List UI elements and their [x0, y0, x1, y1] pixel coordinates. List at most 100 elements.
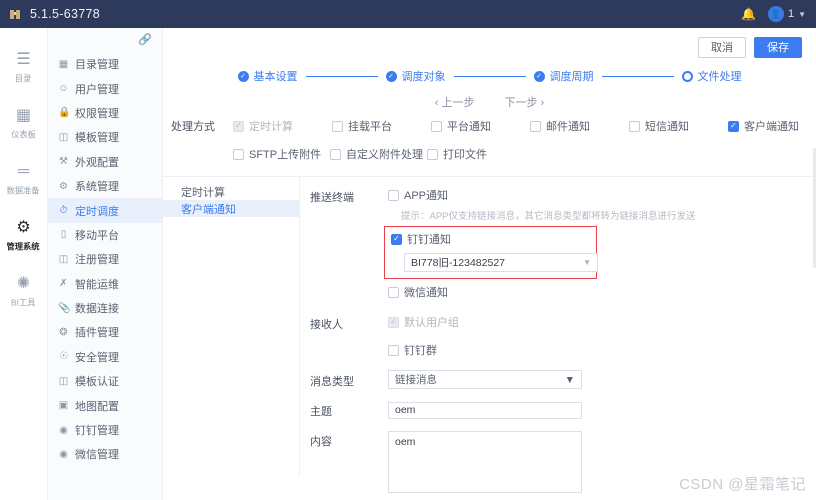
sidebar-item-map-config[interactable]: ▣ 地图配置 — [48, 393, 162, 417]
field-push-terminal: 推送终端 APP通知 提示：APP仅支持链接消息，其它消息类型都将转为链接消息进… — [310, 187, 816, 300]
dashboard-icon: ▦ — [15, 106, 32, 124]
wizard-step-file-process[interactable]: 文件处理 — [681, 68, 742, 84]
checkbox-ding-group[interactable]: 钉钉群 — [388, 342, 816, 358]
checkbox-box[interactable] — [530, 120, 541, 132]
checkbox-print-file[interactable]: 打印文件 — [427, 146, 524, 162]
wizard-step-label: 文件处理 — [697, 71, 742, 83]
message-type-select[interactable]: 链接消息 ▼ — [388, 370, 582, 389]
checkbox-wechat-notify[interactable]: 微信通知 — [388, 284, 816, 300]
wizard-step-cycle[interactable]: ✓ 调度周期 — [533, 68, 594, 84]
prev-step-button[interactable]: ‹ 上一步 — [435, 94, 475, 110]
sidebar-item-label: 钉钉管理 — [75, 425, 119, 438]
rail-item-catalog[interactable]: ☰ 目录 — [0, 40, 48, 96]
register-icon: ◫ — [58, 253, 69, 265]
wizard-step-basic[interactable]: ✓ 基本设置 — [237, 68, 298, 84]
checkbox-box[interactable] — [391, 233, 402, 245]
checkbox-box[interactable] — [233, 148, 244, 160]
checkbox-platform-notify[interactable]: 平台通知 — [431, 118, 530, 134]
sidebar-item-ops[interactable]: ✗ 智能运维 — [48, 272, 162, 296]
wizard-step-object[interactable]: ✓ 调度对象 — [385, 68, 446, 84]
checkbox-mount-platform[interactable]: 挂载平台 — [332, 118, 431, 134]
checkbox-box[interactable] — [332, 120, 343, 132]
checkbox-box[interactable] — [388, 286, 399, 298]
checkbox-box — [388, 316, 399, 328]
main-action-bar: 取消 保存 — [163, 28, 816, 62]
process-method-options-1: 定时计算 挂载平台 平台通知 邮件通知 短信通知 客户端通知 FTP上传附件 — [233, 118, 816, 134]
sidebar-item-system-mgmt[interactable]: ⚙ 系统管理 — [48, 174, 162, 198]
rail-item-label: BI工具 — [11, 297, 36, 308]
checkbox-box[interactable] — [427, 148, 438, 160]
field-message-type: 消息类型 链接消息 ▼ — [310, 370, 816, 389]
app-notify-hint: 提示：APP仅支持链接消息，其它消息类型都将转为链接消息进行发送 — [401, 211, 696, 222]
checkbox-sftp-upload[interactable]: SFTP上传附件 — [233, 146, 330, 162]
push-terminal-controls: APP通知 提示：APP仅支持链接消息，其它消息类型都将转为链接消息进行发送 钉… — [384, 187, 816, 300]
cancel-button[interactable]: 取消 — [698, 36, 746, 58]
sidebar-item-appearance[interactable]: ⚒ 外观配置 — [48, 150, 162, 174]
sidebar-item-register[interactable]: ◫ 注册管理 — [48, 247, 162, 271]
current-step-icon — [681, 70, 693, 82]
sidebar-item-user-mgmt[interactable]: ☺ 用户管理 — [48, 76, 162, 100]
sidebar-item-plugin-mgmt[interactable]: ❂ 插件管理 — [48, 320, 162, 344]
checkbox-custom-attachment[interactable]: 自定义附件处理 — [330, 146, 427, 162]
dingtalk-account-select[interactable]: BI778旧-123482527 ▼ — [404, 253, 598, 272]
shield-icon: ☉ — [59, 351, 68, 363]
wechat-icon: ◉ — [59, 448, 68, 460]
sidebar-item-template-mgmt[interactable]: ◫ 模板管理 — [48, 125, 162, 149]
tab-scheduled-calc[interactable]: 定时计算 — [163, 183, 299, 200]
next-step-button[interactable]: 下一步 › — [505, 94, 545, 110]
sub-sidebar-list: ▦ 目录管理 ☺ 用户管理 🔒 权限管理 ◫ 模板管理 ⚒ 外观配置 ⚙ 系统管理 ⏱ 定时调… — [48, 50, 162, 467]
mobile-icon: ▯ — [60, 229, 67, 241]
checkbox-sms-notify[interactable]: 短信通知 — [629, 118, 728, 134]
rail-item-admin[interactable]: ⚙ 管理系统 — [0, 208, 48, 264]
checkbox-label: 打印文件 — [443, 149, 487, 161]
sidebar-item-label: 权限管理 — [75, 107, 119, 120]
rail-item-label: 目录 — [15, 73, 32, 84]
wizard-step-label: 基本设置 — [253, 71, 298, 83]
sidebar-item-template-cert[interactable]: ◫ 模板认证 — [48, 369, 162, 393]
sidebar-item-wechat-mgmt[interactable]: ◉ 微信管理 — [48, 442, 162, 466]
checkbox-dingtalk-notify[interactable]: 钉钉通知 — [391, 231, 590, 247]
sub-sidebar: 🔗 ▦ 目录管理 ☺ 用户管理 🔒 权限管理 ◫ 模板管理 ⚒ 外观配置 ⚙ 系统管理 ⏱ 定… — [48, 28, 163, 500]
field-label: 主题 — [310, 406, 332, 418]
plugin-icon: ❂ — [59, 326, 68, 338]
lock-icon: 🔒 — [58, 107, 71, 119]
rail-item-data-prep[interactable]: ═ 数据准备 — [0, 152, 48, 208]
sidebar-item-security-mgmt[interactable]: ☉ 安全管理 — [48, 345, 162, 369]
checkbox-app-notify[interactable]: APP通知 — [388, 187, 816, 203]
sidebar-item-dingtalk-mgmt[interactable]: ◉ 钉钉管理 — [48, 418, 162, 442]
subject-input[interactable]: oem — [388, 401, 582, 419]
sidebar-item-catalog-mgmt[interactable]: ▦ 目录管理 — [48, 52, 162, 76]
checkbox-label: 定时计算 — [249, 121, 293, 133]
app-version-title: 5.1.5-63778 — [30, 7, 101, 21]
checkbox-box[interactable] — [431, 120, 442, 132]
rail-item-bi-tools[interactable]: ✺ BI工具 — [0, 264, 48, 320]
sidebar-item-permission-mgmt[interactable]: 🔒 权限管理 — [48, 101, 162, 125]
sidebar-item-label: 地图配置 — [75, 400, 119, 413]
field-label: 接收人 — [310, 319, 343, 331]
checkbox-box[interactable] — [629, 120, 640, 132]
sidebar-item-mobile[interactable]: ▯ 移动平台 — [48, 223, 162, 247]
checkbox-box[interactable] — [388, 344, 399, 356]
sidebar-item-scheduler[interactable]: ⏱ 定时调度 — [48, 198, 162, 223]
field-label: 内容 — [310, 436, 332, 448]
sidebar-item-label: 模板管理 — [75, 132, 119, 145]
process-method-options-2: SFTP上传附件 自定义附件处理 打印文件 — [163, 146, 524, 162]
checkbox-box[interactable] — [330, 148, 341, 160]
link-icon: 📎 — [58, 302, 71, 314]
checkbox-email-notify[interactable]: 邮件通知 — [530, 118, 629, 134]
wizard-nav: ‹ 上一步 下一步 › — [163, 94, 816, 110]
content-textarea[interactable]: oem — [388, 431, 582, 493]
checkbox-box[interactable] — [388, 189, 399, 201]
user-menu[interactable]: 👤 1 ▼ — [767, 6, 806, 22]
sidebar-item-data-connection[interactable]: 📎 数据连接 — [48, 296, 162, 320]
bell-icon[interactable]: 🔔 — [741, 7, 756, 21]
checkbox-default-group: 默认用户组 — [388, 314, 816, 330]
checkbox-box[interactable] — [728, 120, 739, 132]
save-button[interactable]: 保存 — [754, 36, 802, 58]
tab-client-notify[interactable]: 客户端通知 — [163, 200, 299, 217]
process-method-row-2: SFTP上传附件 自定义附件处理 打印文件 — [163, 146, 816, 162]
rail-item-dashboard[interactable]: ▦ 仪表板 — [0, 96, 48, 152]
checkbox-client-notify[interactable]: 客户端通知 — [728, 118, 816, 134]
pin-icon[interactable]: 🔗 — [138, 33, 152, 46]
checkbox-label: 自定义附件处理 — [346, 149, 423, 161]
